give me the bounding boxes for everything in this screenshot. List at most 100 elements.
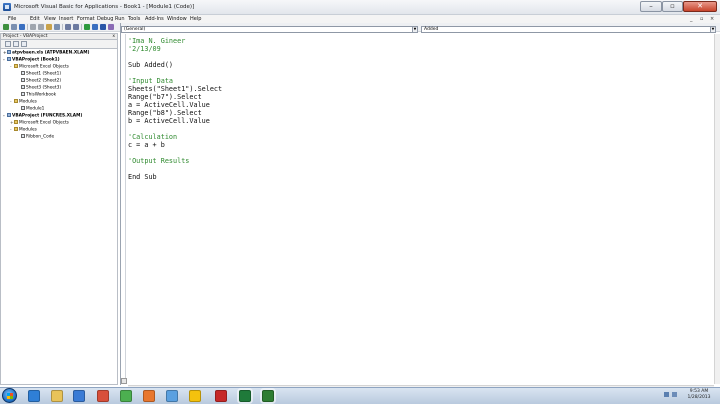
firefox-icon[interactable] (143, 390, 155, 402)
tree-item[interactable]: Sheet3 (Sheet3) (17, 85, 61, 91)
menu-format[interactable]: Format (77, 16, 95, 22)
tree-item[interactable]: - Microsoft Excel Objects (10, 64, 69, 70)
toggle-folders-icon[interactable] (21, 41, 27, 47)
code-line: Range("b8").Select (128, 109, 202, 117)
vba-editor-icon[interactable] (262, 390, 274, 402)
excel-icon[interactable] (239, 390, 251, 402)
chevron-down-icon[interactable]: ▼ (710, 27, 715, 32)
code-comment-line: 'Output Results (128, 157, 190, 165)
collapse-icon[interactable]: - (10, 100, 13, 106)
view-excel-icon[interactable] (3, 24, 9, 30)
clock-date: 1/28/2013 (687, 395, 711, 400)
procedure-combo[interactable]: Added ▼ (421, 26, 716, 33)
system-clock[interactable]: 9:53 AM 1/28/2013 (686, 389, 712, 401)
collapse-icon[interactable]: - (10, 65, 13, 71)
messenger-icon[interactable] (166, 390, 178, 402)
redo-icon[interactable] (73, 24, 79, 30)
menu-help[interactable]: Help (190, 16, 201, 22)
collapse-icon[interactable]: - (10, 128, 13, 134)
mdi-restore-button[interactable]: ▫ (700, 16, 703, 22)
network-icon[interactable] (664, 392, 669, 397)
code-line: b = ActiveCell.Value (128, 117, 210, 125)
maximize-button[interactable]: ▫ (662, 1, 683, 12)
tree-item[interactable]: + Microsoft Excel Objects (10, 120, 69, 126)
chrome-icon[interactable] (120, 390, 132, 402)
tree-item[interactable]: - VBAProject (Book1) (3, 57, 60, 63)
code-comment-line: 'Ima N. Gineer (128, 37, 186, 45)
code-comment-line: '2/13/09 (128, 45, 161, 53)
tree-item-label: Ribbon_Code (26, 134, 55, 140)
copy-icon[interactable] (38, 24, 44, 30)
tree-item[interactable]: - Modules (10, 99, 37, 105)
folder-icon (14, 64, 18, 68)
menu-insert[interactable]: Insert (59, 16, 73, 22)
project-explorer-toolbar (0, 40, 118, 48)
expand-icon[interactable]: + (3, 51, 7, 57)
reset-icon[interactable] (100, 24, 106, 30)
tree-item[interactable]: - VBAProject (FUNCRES.XLAM) (3, 113, 82, 119)
project-icon (7, 113, 11, 117)
undo-icon[interactable] (65, 24, 71, 30)
chevron-down-icon[interactable]: ▼ (412, 27, 417, 32)
tree-item[interactable]: Module1 (17, 106, 44, 112)
toolbar-separator (27, 24, 28, 30)
collapse-icon[interactable]: - (3, 58, 6, 64)
menu-file[interactable]: File (8, 16, 16, 22)
project-explorer-close-button[interactable]: x (112, 34, 115, 39)
object-combo[interactable]: (General) ▼ (121, 26, 418, 33)
paint-icon[interactable] (97, 390, 109, 402)
menu-debug[interactable]: Debug (97, 16, 113, 22)
close-button[interactable]: ✕ (683, 1, 717, 12)
chrome-icon-2[interactable] (189, 390, 201, 402)
title-bar: Microsoft Visual Basic for Applications … (0, 0, 720, 15)
cut-icon[interactable] (30, 24, 36, 30)
tree-item[interactable]: - Modules (10, 127, 37, 133)
mdi-minimize-button[interactable]: _ (690, 16, 693, 22)
menu-add-ins[interactable]: Add-Ins (145, 16, 164, 22)
find-icon[interactable] (54, 24, 60, 30)
collapse-icon[interactable]: - (3, 114, 6, 120)
procedure-view-button[interactable] (121, 378, 127, 384)
paste-icon[interactable] (46, 24, 52, 30)
tree-item-label: Microsoft Excel Objects (19, 120, 69, 126)
tree-item-label: Module1 (26, 106, 45, 112)
break-icon[interactable] (92, 24, 98, 30)
windows-explorer-icon[interactable] (51, 390, 63, 402)
tree-item-label: Sheet3 (Sheet3) (26, 85, 62, 91)
tree-item[interactable]: Sheet2 (Sheet2) (17, 78, 61, 84)
start-button[interactable] (2, 388, 17, 403)
run-icon[interactable] (84, 24, 90, 30)
folder-icon (14, 120, 18, 124)
acrobat-icon[interactable] (215, 390, 227, 402)
menu-view[interactable]: View (44, 16, 56, 22)
menu-run[interactable]: Run (115, 16, 125, 22)
view-object-icon[interactable] (13, 41, 19, 47)
tree-item[interactable]: ThisWorkbook (17, 92, 56, 98)
save-icon[interactable] (19, 24, 25, 30)
object-combo-value: (General) (124, 27, 146, 32)
media-player-icon[interactable] (73, 390, 85, 402)
project-icon (7, 50, 11, 54)
tree-item-label: Sheet1 (Sheet1) (26, 71, 62, 77)
tree-item[interactable]: Sheet1 (Sheet1) (17, 71, 61, 77)
minimize-button[interactable]: – (640, 1, 662, 12)
design-mode-icon[interactable] (108, 24, 114, 30)
code-line: End Sub (128, 173, 157, 181)
folder-icon (14, 99, 18, 103)
view-code-icon[interactable] (5, 41, 11, 47)
menu-window[interactable]: Window (167, 16, 187, 22)
project-tree: + atpvbaen.xls (ATPVBAEN.XLAM) - VBAProject… (0, 48, 118, 385)
menu-tools[interactable]: Tools (128, 16, 140, 22)
internet-explorer-icon[interactable] (28, 390, 40, 402)
insert-module-icon[interactable] (11, 24, 17, 30)
code-line: c = a + b (128, 141, 165, 149)
vertical-scrollbar[interactable] (714, 34, 720, 384)
menu-bar: File Edit View Insert Format Debug Run T… (0, 15, 720, 23)
vba-app-icon (3, 3, 11, 11)
expand-icon[interactable]: + (10, 121, 14, 127)
tree-item[interactable]: + atpvbaen.xls (ATPVBAEN.XLAM) (3, 50, 89, 56)
volume-icon[interactable] (672, 392, 677, 397)
tree-item[interactable]: Ribbon_Code (17, 134, 54, 140)
menu-edit[interactable]: Edit (30, 16, 40, 22)
mdi-close-button[interactable]: × (710, 16, 714, 22)
